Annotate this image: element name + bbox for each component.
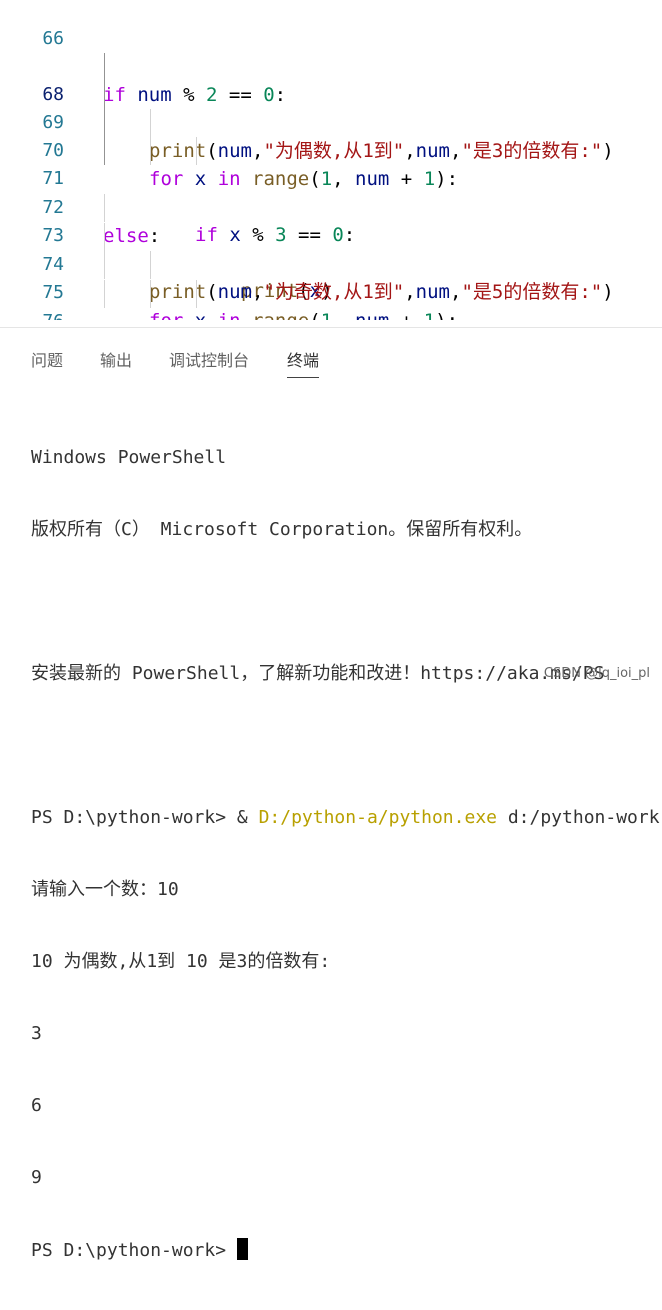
tab-terminal[interactable]: 终端 <box>287 347 320 378</box>
code-token: 1 <box>424 310 435 320</box>
prompt-text: PS D:\python-work> <box>31 1240 237 1261</box>
panel-tabs: 问题 输出 调试控制台 终端 <box>0 328 662 378</box>
code-token: num <box>355 310 389 320</box>
terminal-line: 6 <box>31 1095 42 1116</box>
code-token: , <box>332 310 355 320</box>
bottom-panel: 问题 输出 调试控制台 终端 Windows PowerShell 版权所有（C… <box>0 327 662 1261</box>
terminal-line: 请输入一个数：10 <box>31 879 179 900</box>
code-line-69[interactable]: 69 for x in range(1, num + 1): <box>0 81 662 190</box>
code-token: 1 <box>321 310 332 320</box>
code-token: range <box>252 310 309 320</box>
code-token: ( <box>309 310 320 320</box>
indent-guide <box>150 280 151 308</box>
terminal-output[interactable]: Windows PowerShell 版权所有（C） Microsoft Cor… <box>31 398 662 1310</box>
indent-guide <box>104 251 105 279</box>
script-arg: d:/python-work <box>497 807 660 828</box>
indent-guide <box>150 109 151 137</box>
indent-guide <box>104 223 105 251</box>
terminal-line: Windows PowerShell <box>31 447 227 468</box>
terminal-line: 10 为偶数,从1到 10 是3的倍数有: <box>31 951 331 972</box>
python-exe-path: D:/python-a/python.exe <box>258 807 497 828</box>
indent-guide <box>104 53 105 81</box>
indent-guide <box>196 280 197 308</box>
indent-guide <box>104 81 105 109</box>
terminal-blank <box>31 590 662 614</box>
terminal-line: 3 <box>31 1023 42 1044</box>
prompt-text: PS D:\python-work> & <box>31 807 259 828</box>
watermark: CSDN @lq_ioi_pl <box>543 666 650 681</box>
code-line-73[interactable]: 73 print(num,"为奇数,从1到",num,"是5的倍数有:") <box>0 194 662 303</box>
tab-debug-console[interactable]: 调试控制台 <box>169 347 249 377</box>
tab-output[interactable]: 输出 <box>100 347 132 377</box>
line-number: 76 <box>0 308 64 320</box>
indent-guide <box>104 280 105 308</box>
code-line-72[interactable]: 72 else: <box>0 166 662 247</box>
terminal-command-line: PS D:\python-work> & D:/python-a/python.… <box>31 806 662 830</box>
code-token: + <box>389 310 423 320</box>
terminal-prompt-line: PS D:\python-work> <box>31 1238 662 1262</box>
indent-guide <box>104 194 105 222</box>
code-token: x <box>195 310 206 320</box>
code-token: for <box>149 310 183 320</box>
indent-guide <box>150 137 151 165</box>
code-line-71[interactable]: 71 print(x) <box>0 137 662 302</box>
indent-guide <box>104 137 105 165</box>
terminal-line: 9 <box>31 1167 42 1188</box>
code-line-68[interactable]: 68 print(num,"为偶数,从1到",num,"是3的倍数有:") <box>0 53 662 162</box>
terminal-cursor <box>236 1238 248 1260</box>
indent-guide <box>196 137 197 165</box>
code-line-70[interactable]: 70 if x % 3 == 0: <box>0 109 662 246</box>
code-line-75[interactable]: 75 if x % 5 == 0: <box>0 251 662 303</box>
terminal-blank <box>31 734 662 758</box>
indent-guide <box>104 109 105 137</box>
tab-problems[interactable]: 问题 <box>31 347 63 377</box>
code-token: ): <box>435 310 458 320</box>
code-line-76[interactable]: 76 print(x) <box>0 280 662 320</box>
code-token: in <box>218 310 241 320</box>
code-line-74[interactable]: 74 for x in range(1, num + 1): <box>0 223 662 320</box>
code-line-66[interactable]: 66 num = int(input('请输入一个数：')) <box>0 0 662 78</box>
code-text: for x in range(1, num + 1): <box>149 307 458 320</box>
code-line-67[interactable]: 67 if num % 2 == 0: <box>0 25 662 106</box>
terminal-line: 版权所有（C） Microsoft Corporation。保留所有权利。 <box>31 519 533 540</box>
code-editor[interactable]: 66 num = int(input('请输入一个数：')) 67 if num… <box>0 0 662 320</box>
indent-guide <box>150 251 151 279</box>
